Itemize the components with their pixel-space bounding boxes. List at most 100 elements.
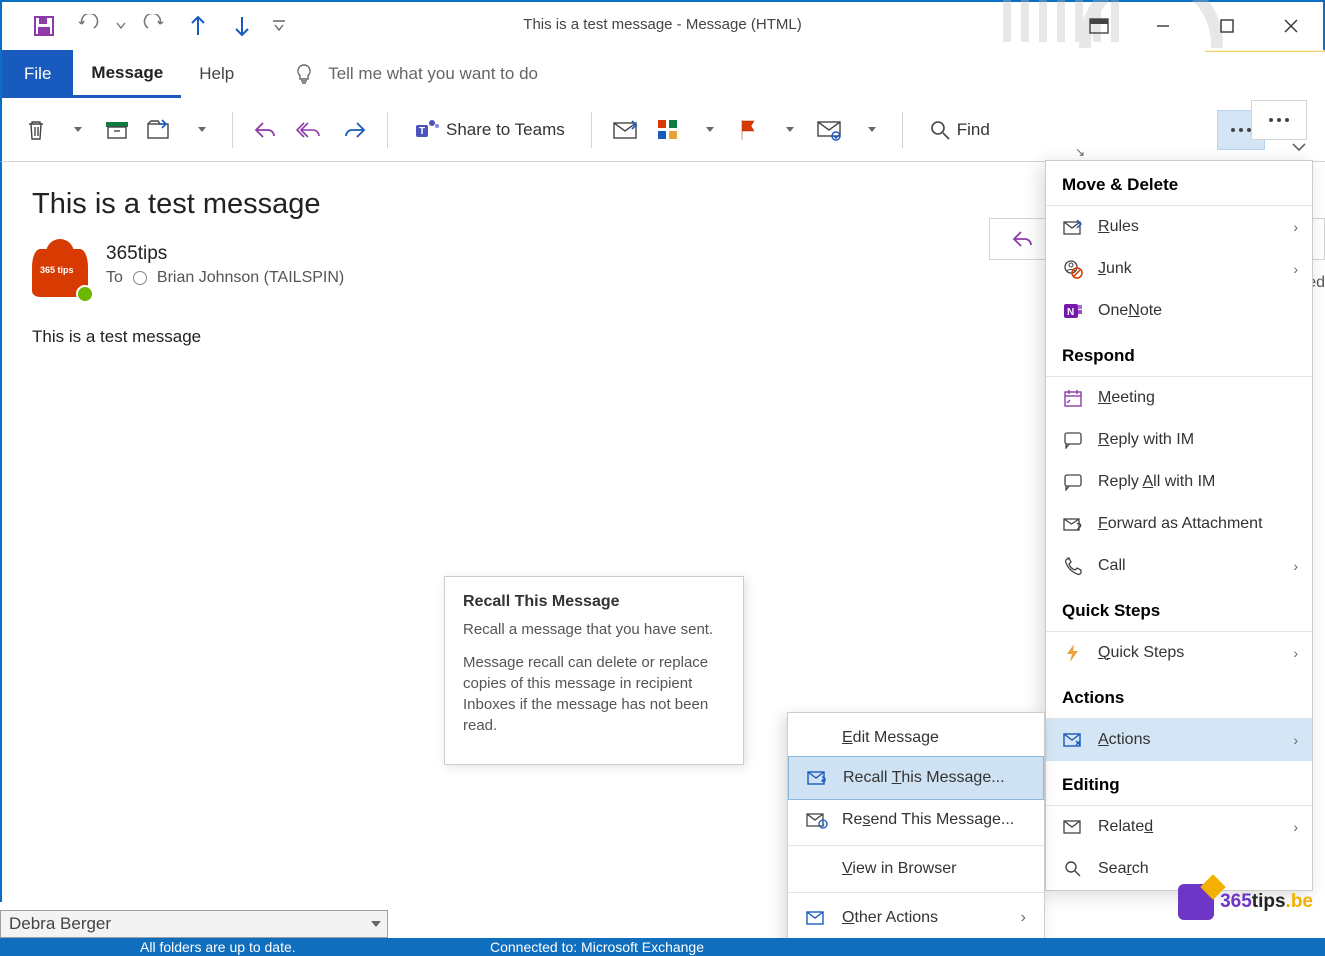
translate-icon <box>816 118 842 142</box>
minimize-icon <box>1155 18 1171 34</box>
submenu-view-browser[interactable]: View in Browser <box>788 850 1044 888</box>
tooltip-line-2: Message recall can delete or replace cop… <box>463 652 725 736</box>
reply-all-ribbon-button[interactable] <box>291 110 329 150</box>
teams-icon: T <box>414 117 440 143</box>
redo-icon <box>142 14 166 38</box>
reply-im-label: Reply with IM <box>1098 431 1194 449</box>
delete-dropdown[interactable] <box>60 110 92 150</box>
watermark-logo: 365tips.be <box>1178 884 1313 920</box>
panel-item-actions[interactable]: Actions› <box>1046 719 1312 761</box>
actions-submenu: Edit Message Recall This Message... Rese… <box>787 712 1045 946</box>
ribbon-group-launcher-icon[interactable]: ↘ <box>1075 145 1085 159</box>
translate-button[interactable] <box>812 110 846 150</box>
maximize-button[interactable] <box>1195 2 1259 50</box>
forward-ribbon-button[interactable] <box>337 110 371 150</box>
qat-customize-button[interactable] <box>264 4 294 48</box>
translate-dropdown[interactable] <box>854 110 886 150</box>
follow-up-dropdown[interactable] <box>772 110 804 150</box>
find-label: Find <box>957 120 990 140</box>
categorize-dropdown[interactable] <box>692 110 724 150</box>
watermark-text: 365tips.be <box>1220 891 1313 913</box>
close-icon <box>1283 18 1299 34</box>
view-browser-label: View in Browser <box>842 860 956 878</box>
panel-item-call[interactable]: Call› <box>1046 545 1312 587</box>
user-account-dropdown[interactable]: Debra Berger <box>0 910 388 938</box>
follow-up-button[interactable] <box>732 110 764 150</box>
panel-item-onenote[interactable]: N OneNote <box>1046 290 1312 332</box>
tab-help[interactable]: Help <box>181 50 252 98</box>
share-to-teams-button[interactable]: T Share to Teams <box>404 110 575 150</box>
tell-me-search[interactable]: Tell me what you want to do <box>292 50 538 98</box>
undo-button[interactable] <box>66 4 110 48</box>
panel-header-quick-steps: Quick Steps <box>1046 587 1312 632</box>
ellipsis-icon <box>1267 116 1291 124</box>
chevron-right-icon: › <box>1293 819 1298 835</box>
chevron-right-icon: › <box>1021 909 1026 927</box>
sender-info: 365tips To Brian Johnson (TAILSPIN) <box>106 243 344 287</box>
reply-all-icon <box>295 119 325 141</box>
other-actions-icon <box>806 907 828 929</box>
categories-icon <box>656 118 680 142</box>
submenu-recall-message[interactable]: Recall This Message... <box>788 756 1044 800</box>
related-icon <box>1062 816 1084 838</box>
submenu-edit-message[interactable]: Edit Message <box>788 719 1044 757</box>
tab-message[interactable]: Message <box>73 50 181 98</box>
tell-me-placeholder: Tell me what you want to do <box>328 64 538 84</box>
minimize-button[interactable] <box>1131 2 1195 50</box>
archive-icon <box>104 119 130 141</box>
avatar-text: 365 tips <box>40 265 74 275</box>
maximize-icon <box>1219 18 1235 34</box>
sender-avatar: 365 tips <box>32 249 88 297</box>
move-dropdown[interactable] <box>184 110 216 150</box>
move-icon <box>146 118 172 142</box>
submenu-other-actions[interactable]: Other Actions › <box>788 897 1044 939</box>
categorize-button[interactable] <box>652 110 684 150</box>
save-button[interactable] <box>22 4 66 48</box>
move-button[interactable] <box>142 110 176 150</box>
redo-button[interactable] <box>132 4 176 48</box>
ribbon-display-button[interactable] <box>1067 2 1131 50</box>
panel-item-forward-attachment[interactable]: Forward as Attachment <box>1046 503 1312 545</box>
panel-item-junk[interactable]: Junk› <box>1046 248 1312 290</box>
panel-item-reply-all-im[interactable]: Reply All with IM <box>1046 461 1312 503</box>
ribbon-collapse-button[interactable] <box>1291 141 1307 153</box>
panel-item-related[interactable]: Related› <box>1046 806 1312 848</box>
close-button[interactable] <box>1259 2 1323 50</box>
tab-file[interactable]: File <box>2 50 73 98</box>
arrow-down-icon <box>231 13 253 39</box>
junk-icon <box>1062 258 1084 280</box>
panel-item-rules[interactable]: Rules› <box>1046 206 1312 248</box>
panel-header-move-delete: Move & Delete <box>1046 161 1312 206</box>
title-bar: This is a test message - Message (HTML) <box>0 0 1325 50</box>
delete-button[interactable] <box>20 110 52 150</box>
search-icon <box>1062 858 1084 880</box>
panel-item-meeting[interactable]: Meeting <box>1046 377 1312 419</box>
submenu-resend-message[interactable]: Resend This Message... <box>788 799 1044 841</box>
separator <box>232 112 233 148</box>
recall-icon <box>807 767 829 789</box>
panel-item-reply-im[interactable]: Reply with IM <box>1046 419 1312 461</box>
watermark-badge-icon <box>1178 884 1214 920</box>
chevron-right-icon: › <box>1293 732 1298 748</box>
reply-ribbon-button[interactable] <box>249 110 283 150</box>
onenote-label: OneNote <box>1098 302 1162 320</box>
find-button[interactable]: Find <box>919 110 1000 150</box>
undo-dropdown[interactable] <box>110 21 132 31</box>
arrow-up-icon <box>187 13 209 39</box>
next-item-button[interactable] <box>220 4 264 48</box>
window-controls <box>1067 2 1323 50</box>
reply-icon <box>1012 230 1034 248</box>
separator <box>788 892 1044 893</box>
ribbon-tabs: File Message Help Tell me what you want … <box>0 50 1325 98</box>
separator <box>591 112 592 148</box>
chevron-right-icon: › <box>1293 558 1298 574</box>
recall-tooltip: Recall This Message Recall a message tha… <box>444 576 744 765</box>
mark-unread-button[interactable] <box>608 110 644 150</box>
user-name: Debra Berger <box>9 914 111 934</box>
previous-item-button[interactable] <box>176 4 220 48</box>
panel-item-quick-steps[interactable]: Quick Steps› <box>1046 632 1312 674</box>
ribbon-display-icon <box>1089 18 1109 34</box>
archive-button[interactable] <box>100 110 134 150</box>
secondary-overflow-button[interactable] <box>1251 100 1307 140</box>
sender-name: 365tips <box>106 243 344 265</box>
